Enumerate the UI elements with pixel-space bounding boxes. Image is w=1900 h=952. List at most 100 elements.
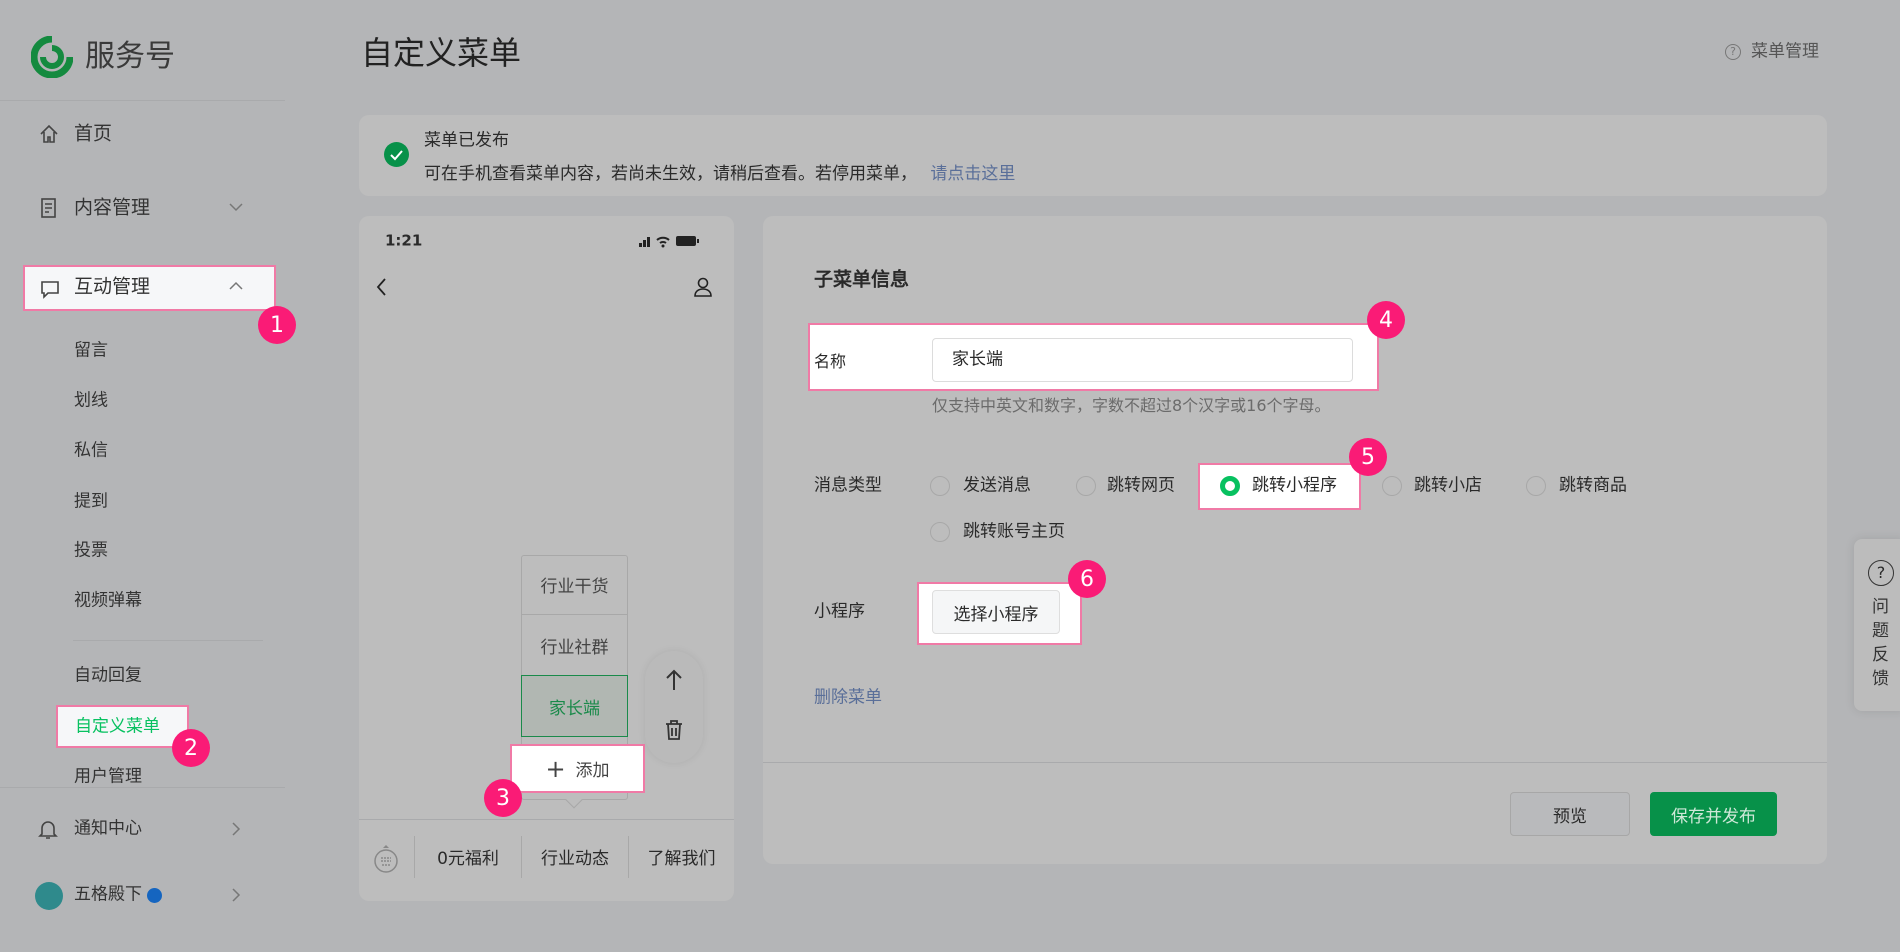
annotation-badge: 6 [1068,560,1106,598]
submenu-form: 子菜单信息 名称 家长端 4 仅支持中英文和数字，字数不超过8个汉字或16个字母… [763,216,1827,864]
add-submenu-button[interactable]: + 添加 [510,744,645,793]
chevron-down-icon [228,201,244,213]
select-miniprogram-button[interactable]: 选择小程序 [932,590,1060,634]
sidebar-subitem-highlights[interactable]: 划线 [74,392,108,410]
add-label: 添加 [575,761,610,781]
sidebar-subitem-label: 自定义菜单 [75,716,160,737]
submenu-item[interactable]: 行业干货 [521,555,628,615]
annotation-badge: 2 [172,729,210,767]
sidebar-subitem-users[interactable]: 用户管理 [74,768,142,786]
notice-text: 可在手机查看菜单内容，若尚未生效，请稍后查看。若停用菜单， [424,164,917,184]
sidebar-subitem-mentions[interactable]: 提到 [74,493,108,511]
annotation-badge: 1 [258,306,296,344]
name-input-value: 家长端 [952,349,1003,370]
publish-notice: 菜单已发布 可在手机查看菜单内容，若尚未生效，请稍后查看。若停用菜单， 请点击这… [359,115,1827,196]
radio-shop[interactable] [1382,476,1402,496]
preview-button[interactable]: 预览 [1510,792,1630,836]
sidebar-item-label: 互动管理 [74,275,151,298]
sidebar-item-interaction[interactable]: 互动管理 [23,265,276,311]
submenu-actions [645,651,703,763]
account-name: 五格殿下 [74,884,142,905]
status-time: 1:21 [385,231,423,250]
radio-webpage[interactable] [1076,476,1096,496]
radio-label[interactable]: 跳转小店 [1414,477,1482,495]
phone-menu-item[interactable]: 了解我们 [629,844,734,869]
annotation-badge: 4 [1367,301,1405,339]
sidebar-item-content[interactable]: 内容管理 [0,187,280,229]
feedback-tab[interactable]: ? 问题反馈 [1854,539,1900,711]
document-icon [38,197,60,219]
delete-menu-link[interactable]: 删除菜单 [814,689,882,707]
submenu-item-label: 行业社群 [540,637,609,658]
radio-account-home[interactable] [930,522,950,542]
phone-preview: 1:21 行业干货 行业社群 家长端 + 添加 3 0元福利 行业动态 了解我们 [359,216,734,901]
notice-title: 菜单已发布 [424,130,509,151]
button-label: 预览 [1553,806,1587,827]
trash-icon[interactable] [664,719,684,741]
feedback-label: 问题反馈 [1872,597,1889,689]
bell-icon [37,818,59,840]
radio-label: 跳转小程序 [1252,475,1337,496]
submenu-item-label: 家长端 [549,698,600,719]
button-label: 选择小程序 [953,604,1039,625]
annotation-badge: 5 [1349,438,1387,476]
help-icon: ? [1725,44,1741,60]
phone-menu-item[interactable]: 行业动态 [522,844,628,869]
save-publish-button[interactable]: 保存并发布 [1650,792,1777,836]
section-title: 子菜单信息 [814,268,910,291]
chevron-right-icon [230,887,242,903]
verified-icon [147,888,162,903]
name-input[interactable]: 家长端 [932,338,1353,382]
help-link-label: 菜单管理 [1751,41,1819,62]
page-title: 自定义菜单 [361,34,522,72]
radio-label[interactable]: 跳转账号主页 [963,523,1065,541]
button-label: 保存并发布 [1671,806,1756,827]
phone-menu-item[interactable]: 0元福利 [415,844,521,869]
keyboard-icon[interactable] [373,844,399,874]
radio-label[interactable]: 发送消息 [963,477,1031,495]
sidebar-subitem-custom-menu[interactable]: 自定义菜单 [56,705,189,748]
sidebar-item-notifications[interactable]: 通知中心 [0,808,280,850]
user-icon[interactable] [692,276,714,298]
back-icon[interactable] [375,277,389,297]
plus-icon: + [545,754,566,783]
radio-label[interactable]: 跳转商品 [1559,477,1627,495]
type-label: 消息类型 [814,475,882,496]
name-hint: 仅支持中英文和数字，字数不超过8个汉字或16个字母。 [932,396,1331,415]
submenu-item-selected[interactable]: 家长端 [521,675,628,737]
name-field-group: 名称 家长端 [808,323,1379,391]
radio-label[interactable]: 跳转网页 [1107,477,1175,495]
sidebar-subitem-danmaku[interactable]: 视频弹幕 [74,592,142,610]
status-icons [639,234,709,248]
sidebar-subitem-comments[interactable]: 留言 [74,342,108,360]
brand-name: 服务号 [85,39,175,74]
brand-logo-icon [31,36,73,78]
home-icon [38,123,60,145]
radio-miniprogram-selected[interactable] [1220,476,1240,496]
submenu-item-label: 行业干货 [540,577,609,597]
check-circle-icon [384,142,409,167]
radio-miniprogram-group[interactable]: 跳转小程序 [1198,463,1361,510]
move-up-icon[interactable] [664,668,684,692]
message-icon [39,278,61,300]
name-label: 名称 [814,352,847,371]
sidebar-item-label: 内容管理 [74,196,151,219]
account-avatar [35,882,63,910]
select-miniprogram-group: 选择小程序 [917,582,1082,645]
sidebar-subitem-votes[interactable]: 投票 [74,542,108,560]
sidebar-item-home[interactable]: 首页 [0,113,280,155]
annotation-badge: 3 [484,779,522,817]
chevron-right-icon [230,821,242,837]
sidebar-item-label: 通知中心 [74,818,142,839]
radio-send-message[interactable] [930,476,950,496]
sidebar-item-label: 首页 [74,122,113,145]
chevron-up-icon [228,280,244,292]
help-icon: ? [1868,560,1894,586]
radio-product[interactable] [1526,476,1546,496]
disable-menu-link[interactable]: 请点击这里 [930,164,1015,184]
miniprogram-label: 小程序 [814,601,865,622]
sidebar-subitem-auto-reply[interactable]: 自动回复 [74,667,142,685]
submenu-item[interactable]: 行业社群 [521,615,628,675]
sidebar-subitem-messages[interactable]: 私信 [74,442,108,460]
account-item[interactable]: 五格殿下 [0,874,280,916]
